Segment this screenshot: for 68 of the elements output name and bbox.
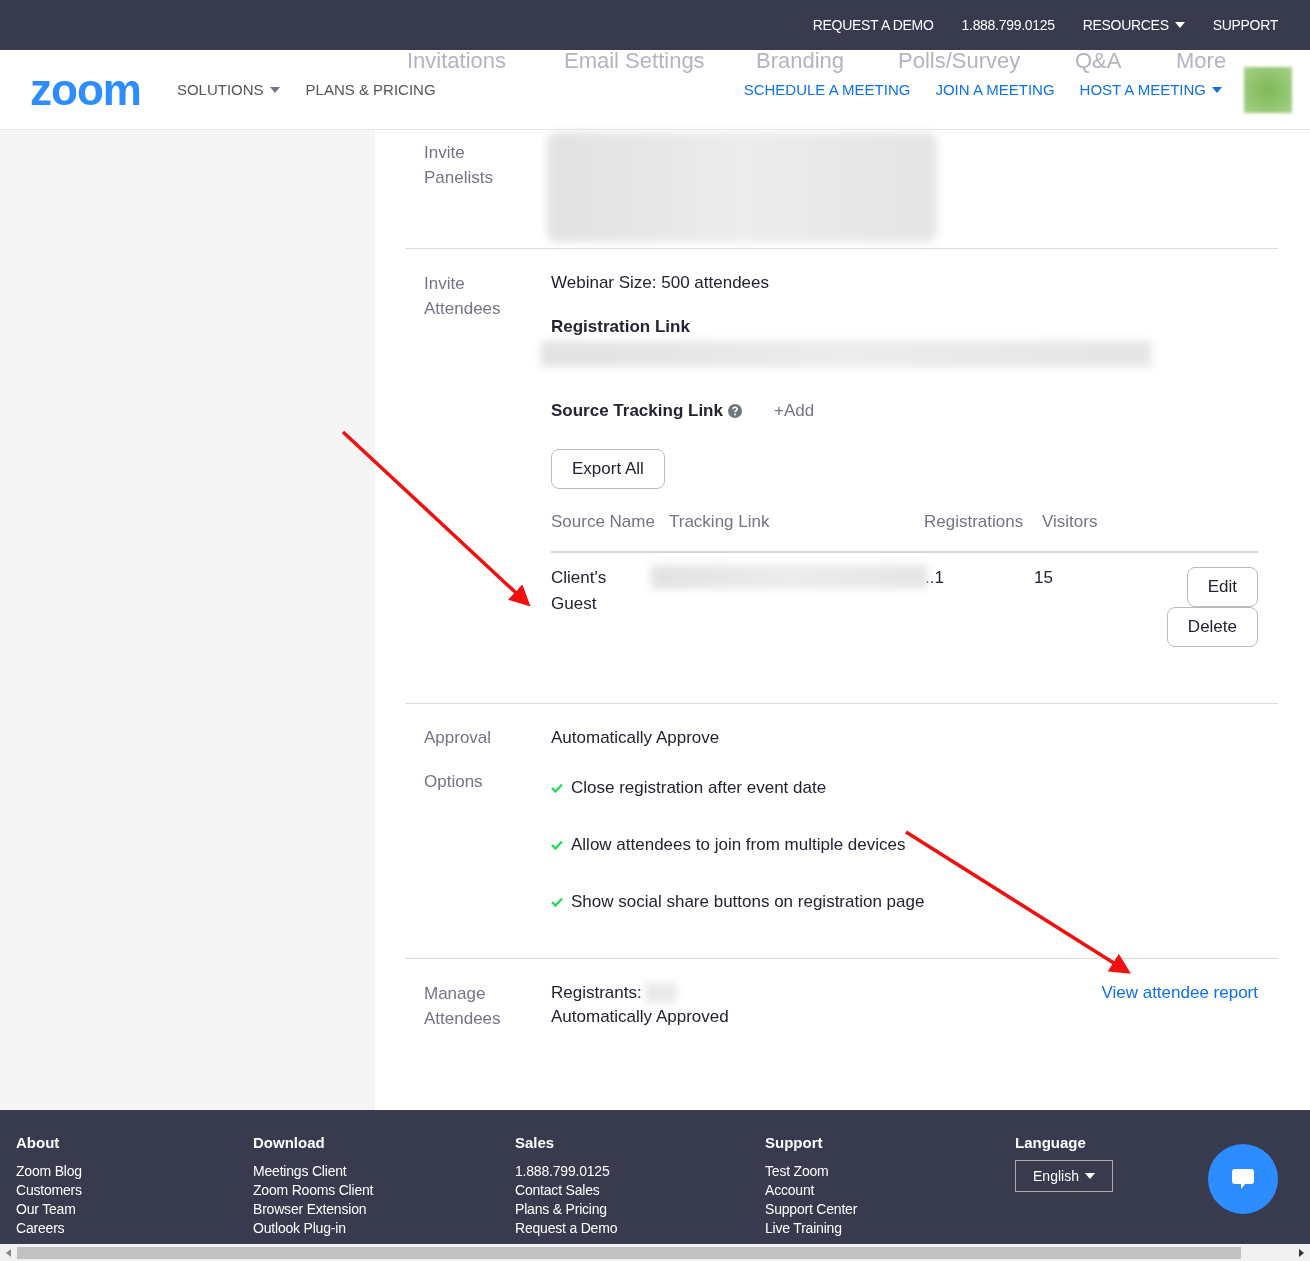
language-dropdown[interactable]: English bbox=[1015, 1160, 1113, 1192]
table-cell-text: Client's Guest bbox=[551, 567, 608, 615]
footer-link[interactable]: Browser Extension bbox=[253, 1200, 515, 1219]
section-label: Invite Panelists bbox=[423, 142, 494, 189]
top-link[interactable]: 1.888.799.0125 bbox=[961, 17, 1055, 33]
top-link[interactable]: REQUEST A DEMO bbox=[812, 17, 934, 33]
footer-link[interactable]: Request a Demo bbox=[515, 1219, 765, 1238]
footer-link[interactable]: Outlook Plug-in bbox=[253, 1219, 515, 1238]
section-label: Manage Attendees bbox=[423, 983, 502, 1030]
section-label: Invite Attendees bbox=[423, 273, 502, 320]
webinar-size: Webinar Size: 500 attendees bbox=[551, 272, 770, 294]
footer-link[interactable]: Plans & Pricing bbox=[515, 1200, 765, 1219]
table-cell-text: 15 bbox=[1034, 567, 1054, 589]
footer-link[interactable]: Live Training bbox=[765, 1219, 1015, 1238]
footer-link[interactable]: Zoom Blog bbox=[16, 1162, 253, 1181]
chat-icon bbox=[1231, 1168, 1255, 1190]
registration-link-label: Registration Link bbox=[551, 316, 691, 338]
nav-link[interactable]: SOLUTIONS bbox=[176, 81, 280, 98]
footer-link[interactable]: Account bbox=[765, 1181, 1015, 1200]
section-label: Approval Options bbox=[423, 727, 493, 793]
footer-link[interactable]: Customers bbox=[16, 1181, 253, 1200]
column-header: Source Name bbox=[551, 511, 656, 533]
footer-heading: Sales bbox=[515, 1134, 556, 1152]
tracking-link-label: Source Tracking Link bbox=[551, 401, 723, 421]
export-all-button[interactable]: Export All bbox=[551, 449, 665, 489]
footer-heading: Support bbox=[765, 1134, 824, 1152]
footer-heading: About bbox=[16, 1134, 61, 1152]
top-link[interactable]: RESOURCES bbox=[1082, 17, 1185, 33]
footer-link[interactable]: Contact Sales bbox=[515, 1181, 765, 1200]
tab-label: Branding bbox=[756, 48, 845, 74]
option-text: Close registration after event date bbox=[571, 777, 827, 799]
table-cell-text: ..1 bbox=[925, 567, 944, 589]
top-link[interactable]: SUPPORT bbox=[1212, 17, 1278, 33]
row-action-button[interactable]: Edit bbox=[1186, 567, 1258, 607]
nav-link[interactable]: PLANS & PRICING bbox=[305, 81, 436, 98]
tab-label: Invitations bbox=[407, 48, 507, 74]
footer-link[interactable]: 1.888.799.0125 bbox=[515, 1162, 765, 1181]
footer-link[interactable]: Test Zoom bbox=[765, 1162, 1015, 1181]
footer-heading: Download bbox=[253, 1134, 326, 1152]
approval-status: Automatically Approved bbox=[551, 1006, 729, 1028]
registrants-label: Registrants: bbox=[551, 982, 642, 1004]
footer-link[interactable]: Our Team bbox=[16, 1200, 253, 1219]
tab-label: More bbox=[1176, 48, 1227, 74]
tab-label: Polls/Survey bbox=[898, 48, 1021, 74]
footer-link[interactable]: Zoom Rooms Client bbox=[253, 1181, 515, 1200]
nav-link[interactable]: JOIN A MEETING bbox=[935, 81, 1055, 98]
scroll-left-icon[interactable] bbox=[5, 1248, 13, 1257]
caret-icon bbox=[1084, 1173, 1095, 1179]
column-header: Tracking Link bbox=[669, 511, 771, 533]
horizontal-scrollbar[interactable] bbox=[0, 1244, 1310, 1261]
footer-heading: Language bbox=[1015, 1134, 1087, 1152]
option-text: Allow attendees to join from multiple devices bbox=[571, 834, 906, 856]
column-header: Registrations bbox=[924, 511, 1025, 533]
footer-link[interactable]: Careers bbox=[16, 1219, 253, 1238]
attendee-report-link[interactable]: View attendee report bbox=[1101, 981, 1258, 1005]
footer-link[interactable]: Support Center bbox=[765, 1200, 1015, 1219]
nav-link[interactable]: HOST A MEETING bbox=[1079, 81, 1222, 98]
column-header: Visitors bbox=[1042, 511, 1098, 533]
row-action-button[interactable]: Delete bbox=[1166, 607, 1258, 647]
add-link[interactable]: +Add bbox=[773, 401, 815, 421]
tab-label: Email Settings bbox=[564, 48, 705, 74]
footer-link[interactable]: Meetings Client bbox=[253, 1162, 515, 1181]
option-text: Show social share buttons on registration page bbox=[571, 891, 925, 913]
nav-link[interactable]: SCHEDULE A MEETING bbox=[743, 81, 911, 98]
scroll-right-icon[interactable] bbox=[1297, 1248, 1305, 1257]
help-icon[interactable] bbox=[727, 404, 742, 418]
tab-label: Q&A bbox=[1075, 48, 1122, 74]
approval-value: Automatically Approve bbox=[551, 727, 721, 749]
